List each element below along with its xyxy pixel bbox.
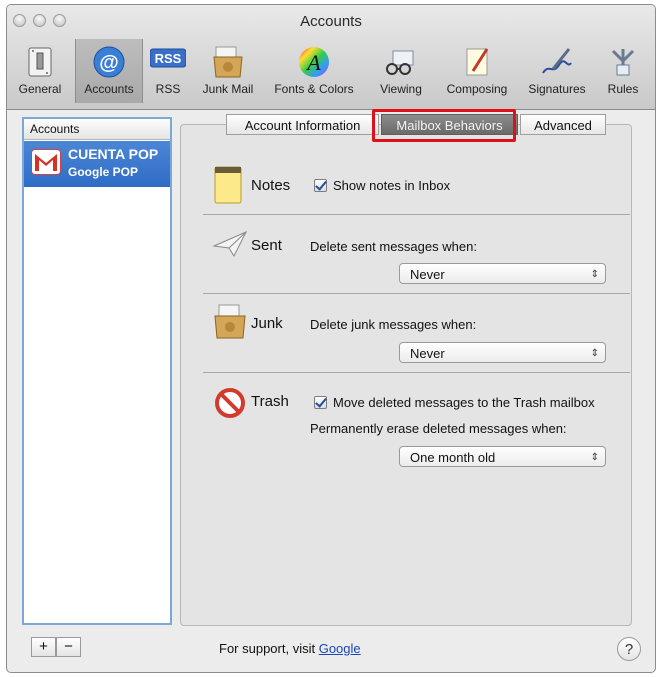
title-bar: Accounts General @ Accounts RSS RSS Junk…	[7, 5, 655, 110]
show-notes-label: Show notes in Inbox	[333, 178, 451, 193]
select-arrows-icon: ⇕	[590, 348, 599, 359]
support-text: For support, visit Google	[219, 641, 361, 656]
notes-label: Notes	[251, 177, 291, 194]
junk-delete-value: Never	[410, 346, 445, 361]
move-to-trash-label: Move deleted messages to the Trash mailb…	[333, 395, 595, 410]
account-type: Google POP	[68, 165, 139, 179]
support-link[interactable]: Google	[319, 641, 361, 656]
junk-delete-select[interactable]: Never ⇕	[399, 342, 606, 363]
composing-icon	[466, 48, 489, 76]
toolbar-fonts-colors[interactable]: A Fonts & Colors	[264, 39, 364, 103]
junk-label: Junk	[251, 315, 283, 332]
remove-account-button[interactable]: −	[56, 637, 81, 657]
tab-advanced[interactable]: Advanced	[520, 114, 606, 135]
svg-text:A: A	[305, 50, 321, 75]
gmail-icon	[32, 150, 60, 174]
toolbar-label: Composing	[446, 82, 508, 96]
sent-delete-value: Never	[410, 267, 445, 282]
support-prefix: For support, visit	[219, 641, 316, 656]
toolbar-label: General	[18, 82, 62, 96]
junk-prompt: Delete junk messages when:	[310, 317, 477, 332]
trash-erase-select[interactable]: One month old ⇕	[399, 446, 606, 467]
toolbar-accounts[interactable]: @ Accounts	[75, 39, 143, 103]
junk-mail-icon	[213, 46, 243, 78]
sent-delete-select[interactable]: Never ⇕	[399, 263, 606, 284]
toolbar-label: Junk Mail	[202, 82, 254, 96]
fonts-colors-icon: A	[299, 47, 329, 77]
rss-icon: RSS	[150, 48, 186, 68]
toolbar-label: RSS	[155, 82, 181, 96]
toolbar-label: Fonts & Colors	[274, 82, 354, 96]
mailbox-behaviors-panel	[180, 124, 632, 626]
prohibited-icon	[215, 388, 245, 418]
trash-erase-value: One month old	[410, 450, 496, 465]
toolbar-composing[interactable]: Composing	[437, 39, 517, 103]
svg-text:RSS: RSS	[155, 51, 182, 66]
accounts-list[interactable]: Accounts CUENTA POP Google POP	[22, 117, 172, 625]
account-row-cuenta-pop[interactable]: CUENTA POP Google POP	[24, 141, 170, 187]
toolbar-label: Accounts	[84, 82, 134, 96]
toolbar-rss[interactable]: RSS RSS	[146, 39, 190, 103]
svg-text:@: @	[99, 52, 119, 74]
signatures-icon	[542, 48, 572, 74]
highlight-annotation	[372, 109, 516, 142]
add-account-button[interactable]: +	[31, 637, 56, 657]
divider	[203, 214, 630, 215]
sent-prompt: Delete sent messages when:	[310, 239, 477, 254]
tab-account-information[interactable]: Account Information	[226, 114, 379, 135]
trash-label: Trash	[251, 393, 289, 410]
divider	[203, 372, 630, 373]
trash-prompt: Permanently erase deleted messages when:	[310, 421, 567, 436]
switch-icon	[28, 47, 52, 77]
accounts-list-header: Accounts	[24, 119, 170, 140]
move-to-trash-checkbox[interactable]	[314, 396, 327, 409]
toolbar-viewing[interactable]: Viewing	[371, 39, 431, 103]
rules-icon	[611, 49, 635, 76]
window-title: Accounts	[300, 13, 362, 30]
toolbar-general[interactable]: General	[9, 39, 71, 103]
toolbar-signatures[interactable]: Signatures	[519, 39, 595, 103]
paper-plane-icon	[212, 230, 248, 258]
toolbar-rules[interactable]: Rules	[599, 39, 647, 103]
show-notes-checkbox[interactable]	[314, 179, 327, 192]
junk-icon	[214, 304, 246, 339]
select-arrows-icon: ⇕	[590, 452, 599, 463]
help-button[interactable]: ?	[617, 637, 641, 661]
select-arrows-icon: ⇕	[590, 269, 599, 280]
sent-label: Sent	[251, 237, 282, 254]
divider	[203, 293, 630, 294]
viewing-icon	[386, 50, 414, 75]
account-name: CUENTA POP	[68, 146, 159, 162]
toolbar-label: Signatures	[528, 82, 586, 96]
toolbar-junk-mail[interactable]: Junk Mail	[197, 39, 259, 103]
toolbar-label: Rules	[607, 82, 639, 96]
at-icon: @	[93, 46, 125, 78]
notes-icon	[214, 166, 242, 204]
toolbar-label: Viewing	[380, 82, 422, 96]
